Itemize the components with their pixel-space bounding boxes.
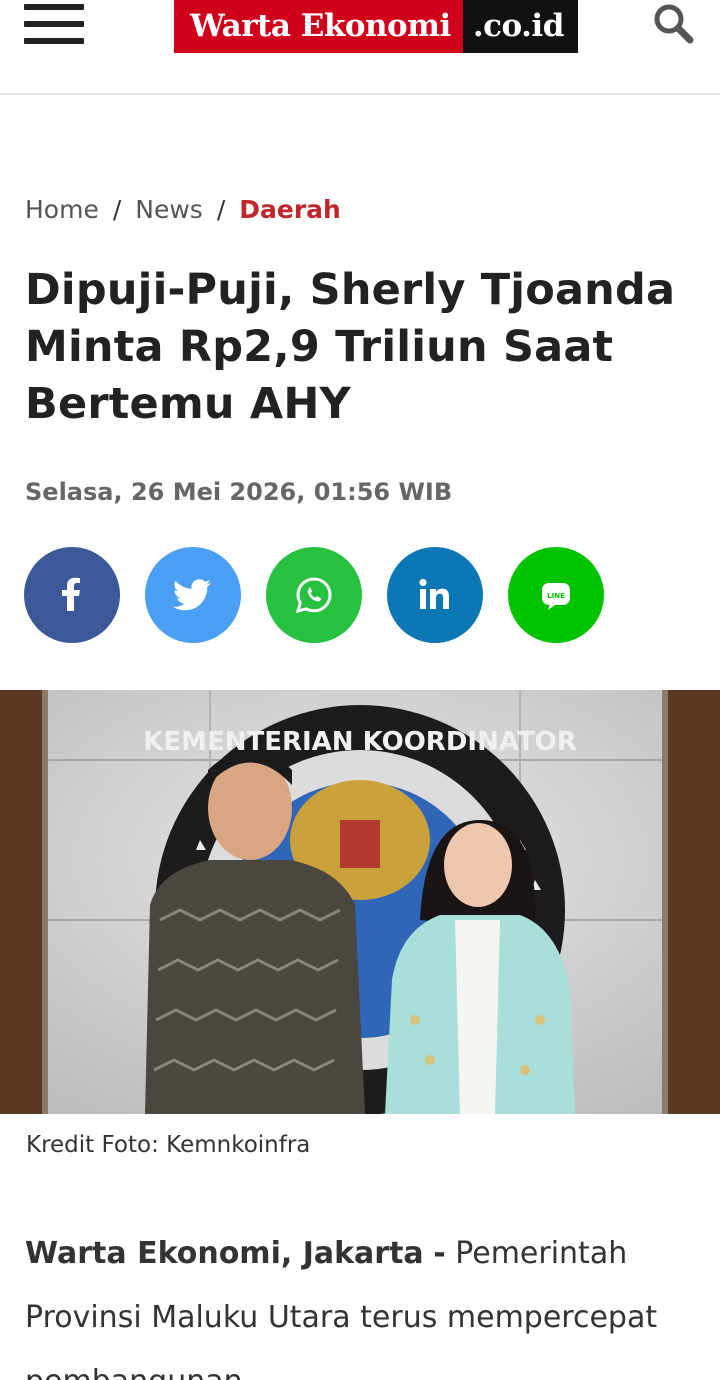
- lead-dash: -: [433, 1236, 446, 1271]
- share-line-button[interactable]: LINE: [508, 547, 604, 643]
- search-icon[interactable]: [652, 2, 696, 46]
- share-twitter-button[interactable]: [145, 547, 241, 643]
- linkedin-icon: [419, 578, 449, 609]
- emblem-text: KEMENTERIAN KOORDINATOR: [143, 727, 577, 757]
- breadcrumb: Home / News / Daerah: [25, 195, 341, 224]
- article-title: Dipuji-Puji, Sherly Tjoanda Minta Rp2,9 …: [25, 265, 676, 429]
- whatsapp-icon: [295, 577, 332, 614]
- breadcrumb-separator: /: [216, 195, 226, 224]
- share-whatsapp-button[interactable]: [266, 547, 362, 643]
- site-logo[interactable]: Warta Ekonomi .co.id: [174, 0, 578, 53]
- twitter-icon: [172, 579, 211, 611]
- lead-source: Warta Ekonomi, Jakarta: [25, 1236, 424, 1271]
- logo-suffix-text: .co.id: [462, 0, 578, 53]
- breadcrumb-daerah[interactable]: Daerah: [239, 195, 341, 224]
- photo-credit: Kredit Foto: Kemnkoinfra: [26, 1132, 311, 1158]
- article-lead: Warta Ekonomi, Jakarta - Pemerintah Prov…: [25, 1222, 705, 1380]
- breadcrumb-news[interactable]: News: [135, 195, 203, 224]
- logo-main-text: Warta Ekonomi: [174, 0, 463, 53]
- breadcrumb-home[interactable]: Home: [25, 195, 99, 224]
- line-icon: LINE: [542, 583, 570, 610]
- share-linkedin-button[interactable]: [387, 547, 483, 643]
- article-photo: KEMENTERIAN KOORDINATOR: [0, 690, 720, 1114]
- share-facebook-button[interactable]: [24, 547, 120, 643]
- facebook-icon: [62, 577, 80, 611]
- share-buttons: LINE: [24, 547, 629, 643]
- hamburger-menu-icon[interactable]: [24, 4, 84, 46]
- breadcrumb-separator: /: [112, 195, 122, 224]
- line-icon-label: LINE: [547, 592, 565, 600]
- article-date: Selasa, 26 Mei 2026, 01:56 WIB: [25, 478, 453, 506]
- site-header: Warta Ekonomi .co.id: [0, 0, 720, 95]
